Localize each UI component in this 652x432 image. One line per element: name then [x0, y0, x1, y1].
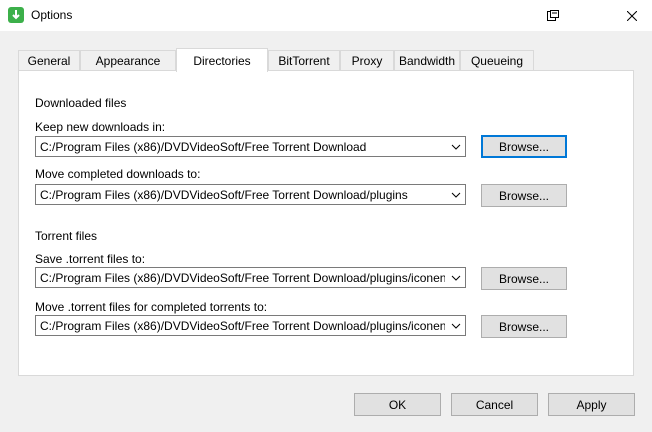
- title-bar: Options: [0, 0, 652, 31]
- move-completed-value: C:/Program Files (x86)/DVDVideoSoft/Free…: [40, 188, 408, 202]
- cancel-button[interactable]: Cancel: [451, 393, 538, 416]
- save-torrent-label: Save .torrent files to:: [35, 252, 146, 266]
- close-icon[interactable]: [612, 0, 652, 31]
- browse-move-torrent-button[interactable]: Browse...: [481, 315, 567, 338]
- app-icon: [8, 7, 24, 23]
- tab-proxy[interactable]: Proxy: [340, 50, 394, 70]
- torrent-files-heading: Torrent files: [35, 229, 98, 243]
- directories-panel: Downloaded files Keep new downloads in: …: [18, 70, 634, 376]
- move-completed-combo[interactable]: C:/Program Files (x86)/DVDVideoSoft/Free…: [35, 184, 466, 205]
- window-title: Options: [31, 8, 73, 22]
- move-torrent-combo[interactable]: C:/Program Files (x86)/DVDVideoSoft/Free…: [35, 315, 466, 336]
- downloaded-files-heading: Downloaded files: [35, 96, 127, 110]
- tab-bandwidth[interactable]: Bandwidth: [394, 50, 460, 70]
- keep-downloads-value: C:/Program Files (x86)/DVDVideoSoft/Free…: [40, 140, 367, 154]
- browse-keep-button[interactable]: Browse...: [481, 135, 567, 158]
- browse-save-torrent-button[interactable]: Browse...: [481, 267, 567, 290]
- browse-move-button[interactable]: Browse...: [481, 184, 567, 207]
- tab-directories[interactable]: Directories: [176, 48, 268, 72]
- chevron-down-icon: [451, 323, 461, 329]
- apply-button[interactable]: Apply: [548, 393, 635, 416]
- keep-downloads-combo[interactable]: C:/Program Files (x86)/DVDVideoSoft/Free…: [35, 136, 466, 157]
- tab-general[interactable]: General: [18, 50, 80, 70]
- move-torrent-label: Move .torrent files for completed torren…: [35, 300, 268, 314]
- save-torrent-combo[interactable]: C:/Program Files (x86)/DVDVideoSoft/Free…: [35, 267, 466, 288]
- move-torrent-value: C:/Program Files (x86)/DVDVideoSoft/Free…: [40, 319, 445, 333]
- save-torrent-value: C:/Program Files (x86)/DVDVideoSoft/Free…: [40, 271, 445, 285]
- tab-appearance[interactable]: Appearance: [80, 50, 176, 70]
- chevron-down-icon: [451, 192, 461, 198]
- tab-queueing[interactable]: Queueing: [460, 50, 534, 70]
- ok-button[interactable]: OK: [354, 393, 441, 416]
- keep-downloads-label: Keep new downloads in:: [35, 120, 166, 134]
- chevron-down-icon: [451, 144, 461, 150]
- move-completed-label: Move completed downloads to:: [35, 167, 201, 181]
- help-icon[interactable]: [530, 0, 576, 31]
- chevron-down-icon: [451, 275, 461, 281]
- tab-bittorrent[interactable]: BitTorrent: [268, 50, 340, 70]
